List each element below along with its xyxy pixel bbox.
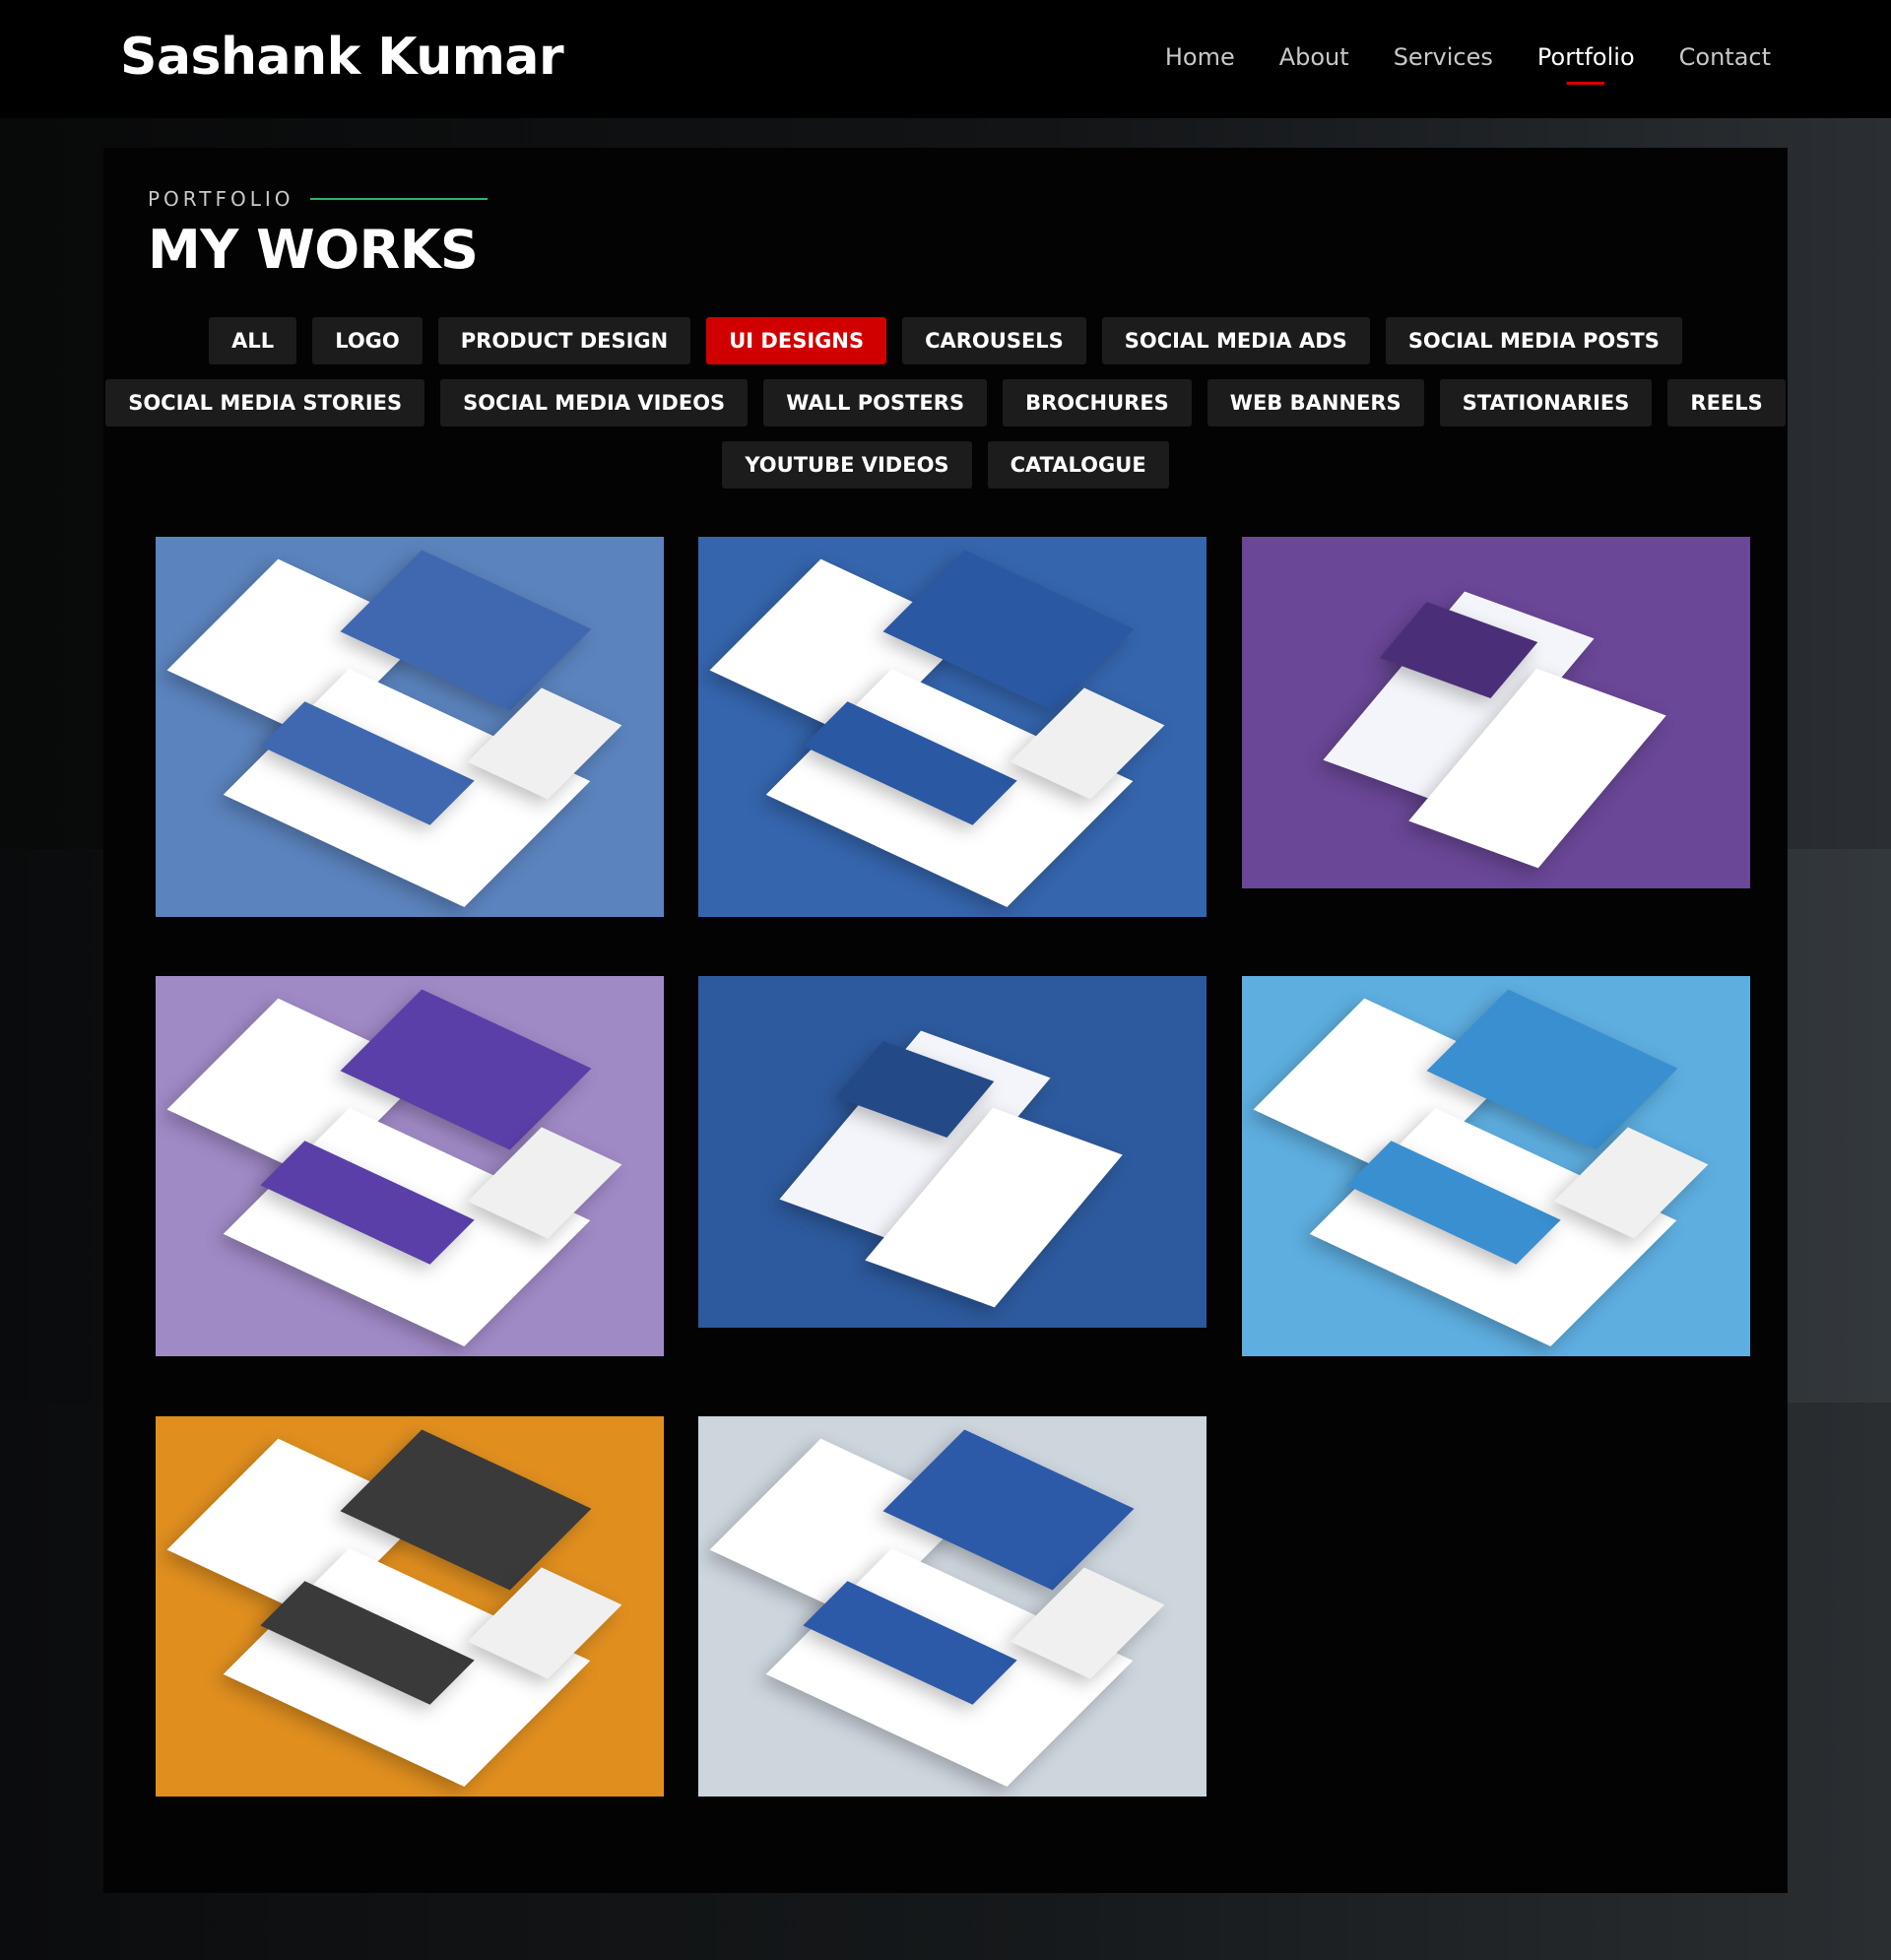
- filter-brochures-button[interactable]: BROCHURES: [1003, 379, 1192, 426]
- portfolio-work-thumbnail[interactable]: [698, 1416, 1206, 1797]
- eyebrow-label: PORTFOLIO: [148, 187, 294, 211]
- portfolio-filters: ALL LOGO PRODUCT DESIGN UI DESIGNS CAROUSELS…: [103, 317, 1788, 489]
- eyebrow-divider: [309, 198, 488, 200]
- filter-ui-designs-button[interactable]: UI DESIGNS: [706, 317, 887, 364]
- nav-link-home[interactable]: Home: [1165, 43, 1235, 85]
- filter-logo-button[interactable]: LOGO: [312, 317, 423, 364]
- nav-link-contact[interactable]: Contact: [1679, 43, 1771, 85]
- portfolio-work-thumbnail[interactable]: [698, 976, 1206, 1328]
- filter-social-media-posts-button[interactable]: SOCIAL MEDIA POSTS: [1385, 317, 1682, 364]
- nav-link-portfolio[interactable]: Portfolio: [1537, 43, 1635, 85]
- filter-youtube-videos-button[interactable]: YOUTUBE VIDEOS: [722, 441, 972, 489]
- nav-link-services[interactable]: Services: [1394, 43, 1493, 85]
- site-header: Sashank Kumar Home About Services Portfolio…: [0, 0, 1891, 118]
- section-eyebrow: PORTFOLIO: [148, 187, 488, 211]
- filter-row: ALL LOGO PRODUCT DESIGN UI DESIGNS CAROUSELS…: [209, 317, 1682, 364]
- section-title: MY WORKS: [148, 219, 479, 281]
- filter-stationaries-button[interactable]: STATIONARIES: [1439, 379, 1653, 426]
- main-nav: Home About Services Portfolio Contact: [1165, 43, 1771, 85]
- filter-all-button[interactable]: ALL: [209, 317, 297, 364]
- filter-row: YOUTUBE VIDEOS CATALOGUE: [722, 441, 1169, 489]
- portfolio-work-thumbnail[interactable]: [156, 1416, 664, 1797]
- filter-web-banners-button[interactable]: WEB BANNERS: [1206, 379, 1424, 426]
- brand-logo-text[interactable]: Sashank Kumar: [120, 28, 564, 87]
- filter-product-design-button[interactable]: PRODUCT DESIGN: [437, 317, 691, 364]
- portfolio-work-thumbnail[interactable]: [1242, 976, 1750, 1356]
- portfolio-work-thumbnail[interactable]: [1242, 537, 1750, 888]
- filter-reels-button[interactable]: REELS: [1667, 379, 1786, 426]
- portfolio-panel: PORTFOLIO MY WORKS ALL LOGO PRODUCT DESIGN…: [103, 148, 1788, 1893]
- nav-link-about[interactable]: About: [1279, 43, 1349, 85]
- filter-catalogue-button[interactable]: CATALOGUE: [987, 441, 1169, 489]
- portfolio-work-thumbnail[interactable]: [698, 537, 1206, 917]
- filter-social-media-videos-button[interactable]: SOCIAL MEDIA VIDEOS: [440, 379, 749, 426]
- filter-social-media-stories-button[interactable]: SOCIAL MEDIA STORIES: [105, 379, 425, 426]
- portfolio-work-thumbnail[interactable]: [156, 976, 664, 1356]
- portfolio-work-thumbnail[interactable]: [156, 537, 664, 917]
- filter-carousels-button[interactable]: CAROUSELS: [902, 317, 1086, 364]
- filter-wall-posters-button[interactable]: WALL POSTERS: [763, 379, 988, 426]
- filter-row: SOCIAL MEDIA STORIES SOCIAL MEDIA VIDEOS W…: [105, 379, 1786, 426]
- filter-social-media-ads-button[interactable]: SOCIAL MEDIA ADS: [1101, 317, 1370, 364]
